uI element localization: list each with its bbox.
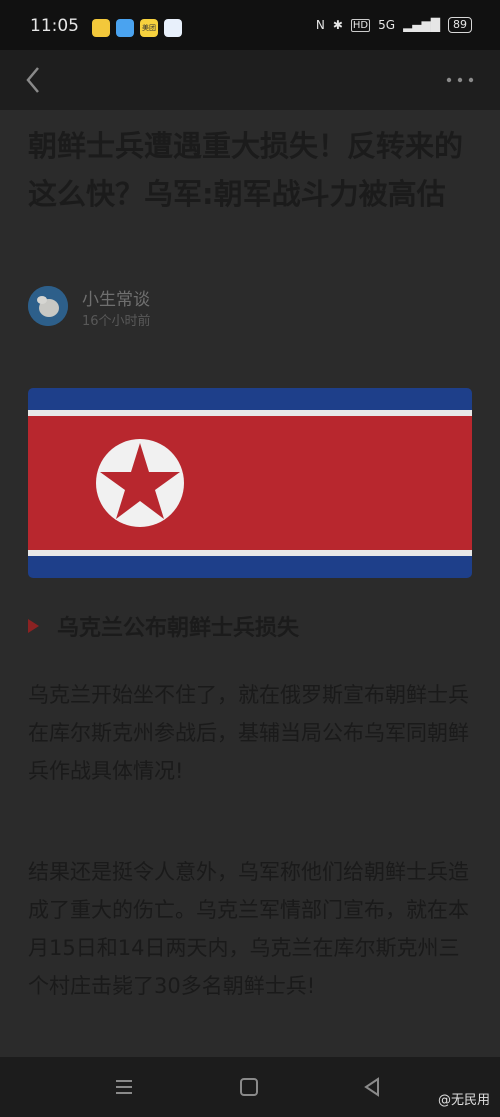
back-button[interactable] (20, 64, 50, 96)
app-icon-meituan: 美团 (140, 19, 158, 37)
status-time: 11:05 (30, 16, 79, 36)
publish-time: 16个小时前 (82, 314, 151, 329)
flag-and-powerlines-image (28, 388, 472, 578)
watermark: @无民用 (437, 1093, 490, 1108)
hd-icon: HD (350, 18, 371, 32)
bluetooth-icon: ✱ (332, 18, 343, 32)
author-name[interactable]: 小生常谈 (82, 285, 150, 310)
article-paragraph: 乌克兰开始坐不住了，就在俄罗斯宣布朝鲜士兵在库尔斯克州参战后，基辅当局公布乌军同… (28, 683, 469, 783)
article-content: 朝鲜士兵遭遇重大损失！反转来的这么快？乌军:朝军战斗力被高估 小生常谈 16个小… (0, 110, 500, 1057)
signal-icon: ▂▄▆█ (403, 18, 440, 32)
square-icon (240, 1078, 258, 1096)
notification-app-icons: 美团 (92, 19, 182, 37)
recent-apps-button[interactable] (112, 1075, 136, 1099)
more-options-button[interactable] (444, 66, 476, 94)
article-title: 朝鲜士兵遭遇重大损失！反转来的这么快？乌军:朝军战斗力被高估 (28, 129, 464, 211)
nfc-icon: N (315, 18, 325, 32)
battery-level: 89 (453, 18, 467, 31)
top-nav-bar (0, 50, 500, 110)
section-marker-icon (28, 619, 39, 633)
system-nav-bar: @无民用 (0, 1057, 500, 1117)
section-heading: 乌克兰公布朝鲜士兵损失 (28, 610, 299, 642)
app-icon-blue (116, 19, 134, 37)
app-icon-yellow (92, 19, 110, 37)
article-paragraph: 结果还是挺令人意外，乌军称他们给朝鲜士兵造成了重大的伤亡。乌克兰军情部门宣布，就… (28, 860, 469, 998)
avatar-icon (28, 286, 68, 326)
home-button[interactable] (237, 1075, 261, 1099)
app-icon-white (164, 19, 182, 37)
status-bar: 11:05 美团 N ✱ HD 5G ▂▄▆█ 89 (0, 0, 500, 50)
triangle-back-icon (364, 1077, 379, 1097)
status-indicators: N ✱ HD 5G ▂▄▆█ 89 (316, 17, 472, 33)
chevron-left-icon (26, 67, 39, 93)
back-nav-button[interactable] (360, 1075, 384, 1099)
hero-image[interactable] (28, 388, 472, 578)
network-type: 5G (378, 18, 396, 32)
section-heading-text: 乌克兰公布朝鲜士兵损失 (57, 616, 300, 641)
menu-lines-icon (116, 1080, 132, 1094)
author-avatar[interactable] (28, 286, 68, 326)
more-dots-icon (446, 77, 474, 83)
battery-icon: 89 (448, 17, 472, 33)
